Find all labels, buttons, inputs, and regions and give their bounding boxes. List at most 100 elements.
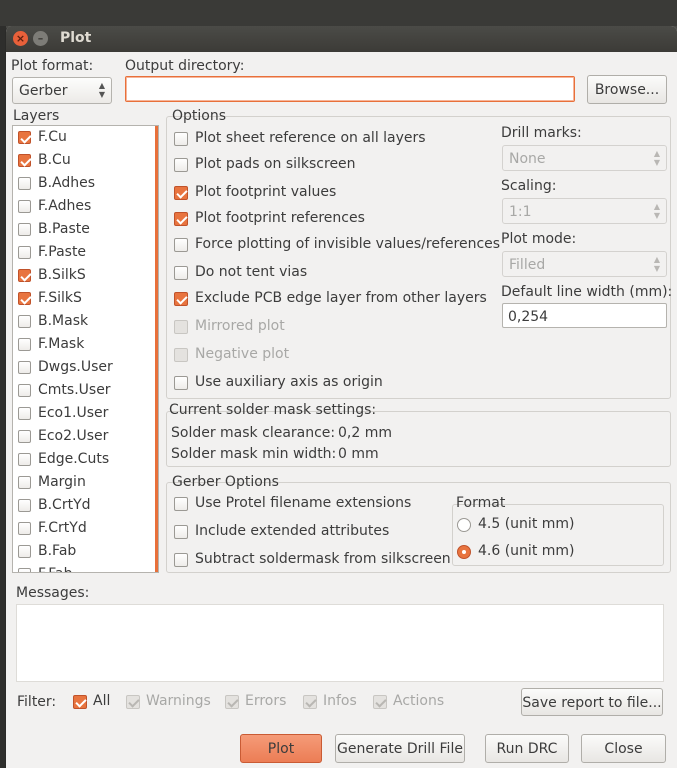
filter-checkbox (373, 695, 387, 709)
layer-checkbox[interactable] (18, 476, 31, 489)
layer-name: Cmts.User (38, 382, 111, 398)
layer-name: B.CrtYd (38, 497, 91, 513)
messages-box[interactable] (16, 604, 664, 682)
format-radio[interactable] (457, 518, 471, 532)
option-checkbox[interactable] (174, 158, 188, 172)
browse-button[interactable]: Browse... (587, 75, 667, 104)
scaling-select[interactable]: 1:1 ▲ ▼ (502, 198, 667, 224)
option-checkbox[interactable] (174, 238, 188, 252)
option-label: Plot footprint references (195, 210, 365, 226)
option-checkbox (174, 348, 188, 362)
option-checkbox[interactable] (174, 266, 188, 280)
gerber-option-checkbox[interactable] (174, 553, 188, 567)
layer-row[interactable]: B.Paste (13, 219, 153, 242)
output-directory-input[interactable] (125, 76, 575, 102)
layer-checkbox[interactable] (18, 338, 31, 351)
layer-checkbox[interactable] (18, 200, 31, 213)
layer-checkbox[interactable] (18, 384, 31, 397)
drill-marks-label: Drill marks: (501, 125, 582, 141)
drill-marks-select[interactable]: None ▲ ▼ (502, 145, 667, 171)
layer-name: F.Fab (38, 566, 73, 572)
layers-list[interactable]: F.Cu B.Cu B.Adhes F.Adhes B.Paste F.Paste B.Si… (12, 125, 159, 573)
layer-row[interactable]: Eco2.User (13, 426, 153, 449)
filter-checkbox[interactable] (73, 695, 87, 709)
plot-format-select[interactable]: Gerber ▲ ▼ (12, 77, 112, 104)
layer-row[interactable]: Dwgs.User (13, 357, 153, 380)
line-width-label: Default line width (mm): (501, 284, 673, 300)
output-directory-label: Output directory: (125, 58, 245, 74)
layer-checkbox[interactable] (18, 568, 31, 572)
plot-mode-select[interactable]: Filled ▲ ▼ (502, 251, 667, 277)
title-bar[interactable]: × – Plot (6, 26, 677, 52)
layer-row[interactable]: B.CrtYd (13, 495, 153, 518)
filter-label-all: All (93, 693, 111, 709)
layer-checkbox[interactable] (18, 545, 31, 558)
layer-checkbox[interactable] (18, 246, 31, 259)
layer-checkbox[interactable] (18, 315, 31, 328)
layer-checkbox[interactable] (18, 269, 31, 282)
layer-row[interactable]: F.SilkS (13, 288, 153, 311)
layer-checkbox[interactable] (18, 499, 31, 512)
format-radio[interactable] (457, 545, 471, 559)
run-drc-button[interactable]: Run DRC (485, 734, 569, 763)
layer-checkbox[interactable] (18, 177, 31, 190)
filter-label-warnings: Warnings (146, 693, 211, 709)
layer-name: Eco1.User (38, 405, 109, 421)
layer-checkbox[interactable] (18, 131, 31, 144)
spin-arrows-icon: ▲ ▼ (98, 81, 105, 99)
layer-row[interactable]: B.SilkS (13, 265, 153, 288)
options-label: Options (172, 108, 227, 124)
format-option-label: 4.6 (unit mm) (478, 543, 575, 559)
layer-checkbox[interactable] (18, 430, 31, 443)
solder-mask-min-width-label: Solder mask min width: (171, 446, 337, 462)
line-width-input[interactable]: 0,254 (502, 303, 667, 328)
option-label: Negative plot (195, 346, 290, 362)
layer-row[interactable]: B.Mask (13, 311, 153, 334)
gerber-option-checkbox[interactable] (174, 525, 188, 539)
plot-button[interactable]: Plot (240, 734, 322, 763)
layer-checkbox[interactable] (18, 154, 31, 167)
option-label: Plot pads on silkscreen (195, 156, 356, 172)
option-label: Do not tent vias (195, 264, 308, 280)
option-checkbox[interactable] (174, 212, 188, 226)
layer-checkbox[interactable] (18, 292, 31, 305)
layer-row[interactable]: F.Fab (13, 564, 153, 572)
layer-row[interactable]: Cmts.User (13, 380, 153, 403)
plot-mode-value: Filled (509, 257, 546, 273)
layer-row[interactable]: F.Mask (13, 334, 153, 357)
option-checkbox[interactable] (174, 292, 188, 306)
layer-row[interactable]: F.CrtYd (13, 518, 153, 541)
option-checkbox[interactable] (174, 132, 188, 146)
layer-row[interactable]: B.Fab (13, 541, 153, 564)
close-window-icon[interactable]: × (13, 31, 28, 46)
drill-marks-value: None (509, 151, 546, 167)
layer-row[interactable]: Margin (13, 472, 153, 495)
generate-drill-file-button[interactable]: Generate Drill File (335, 734, 465, 763)
filter-checkbox (303, 695, 317, 709)
desktop-background (0, 0, 677, 26)
filter-label: Filter: (17, 694, 57, 710)
layer-checkbox[interactable] (18, 522, 31, 535)
layer-row[interactable]: Edge.Cuts (13, 449, 153, 472)
option-checkbox[interactable] (174, 186, 188, 200)
layer-row[interactable]: F.Paste (13, 242, 153, 265)
layer-row[interactable]: B.Adhes (13, 173, 153, 196)
save-report-button[interactable]: Save report to file... (521, 688, 663, 716)
layer-checkbox[interactable] (18, 223, 31, 236)
filter-checkbox (225, 695, 239, 709)
layer-checkbox[interactable] (18, 361, 31, 374)
option-checkbox (174, 320, 188, 334)
layer-name: Dwgs.User (38, 359, 113, 375)
layer-row[interactable]: Eco1.User (13, 403, 153, 426)
layers-scrollbar[interactable] (155, 126, 158, 572)
layer-checkbox[interactable] (18, 453, 31, 466)
close-button[interactable]: Close (581, 734, 666, 763)
layer-row[interactable]: F.Adhes (13, 196, 153, 219)
option-checkbox[interactable] (174, 376, 188, 390)
layer-checkbox[interactable] (18, 407, 31, 420)
minimize-window-icon[interactable]: – (33, 31, 48, 46)
gerber-option-checkbox[interactable] (174, 497, 188, 511)
layer-row[interactable]: B.Cu (13, 150, 153, 173)
layer-row[interactable]: F.Cu (13, 127, 153, 150)
layer-name: Edge.Cuts (38, 451, 110, 467)
